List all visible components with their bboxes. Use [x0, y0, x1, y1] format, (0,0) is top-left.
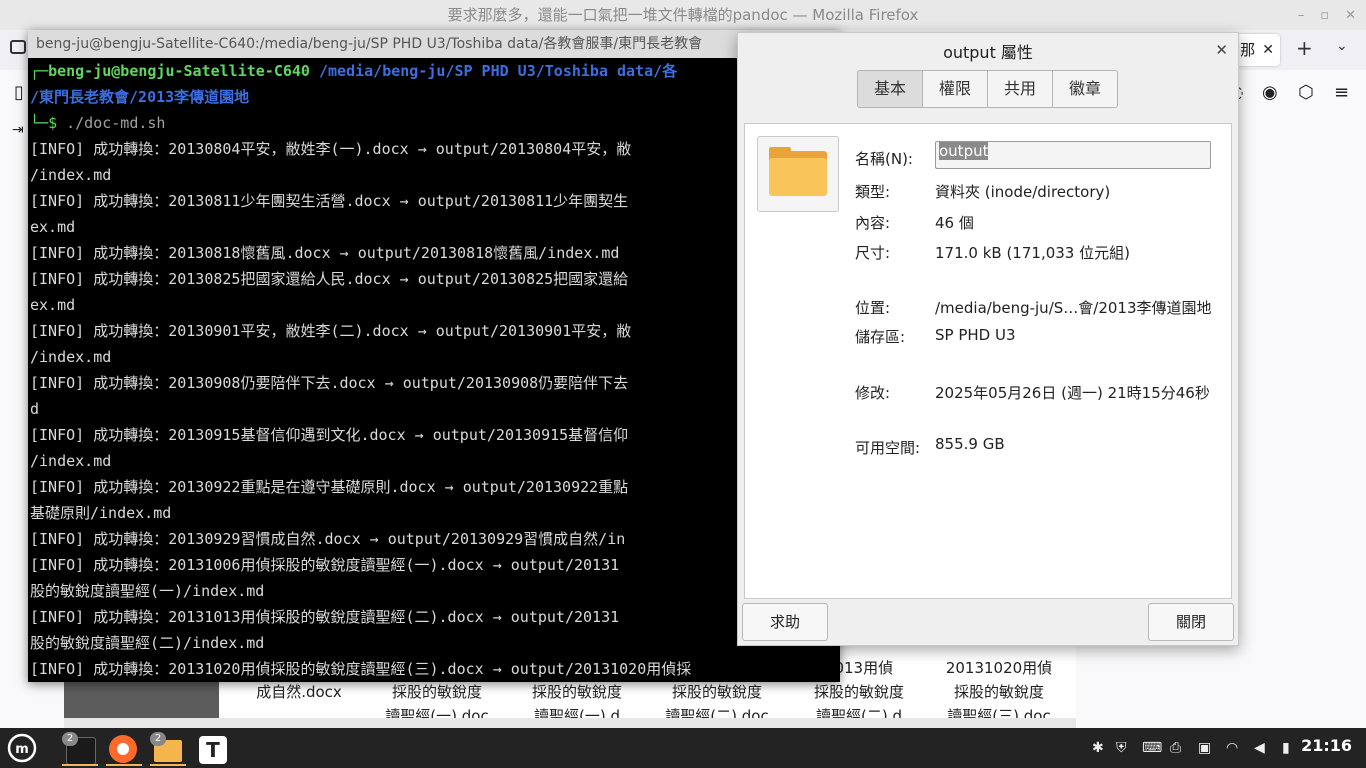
size-value: 171.0 kB (171,033 位元組) [935, 244, 1130, 262]
properties-dialog: output 屬性 ✕ 基本 權限 共用 徽章 名稱(N): output 類型… [737, 32, 1239, 646]
active-indicator [62, 764, 98, 766]
plus-icon[interactable]: + [1296, 36, 1313, 60]
window-controls: – ▫ ✕ [1298, 0, 1356, 30]
window-count-badge: 2 [150, 732, 166, 746]
terminal-line: 股的敏銳度讀聖經(二)/index.md [30, 634, 265, 652]
svg-text:m: m [15, 742, 29, 757]
firefox-task-icon[interactable] [106, 732, 142, 766]
terminal-line: [INFO] 成功轉換：20130901平安，敝姓李(二).docx → out… [30, 322, 632, 340]
properties-panel: 名稱(N): output 類型: 資料夾 (inode/directory) … [744, 123, 1232, 599]
terminal-window[interactable]: beng-ju@bengju-Satellite-C640:/media/ben… [28, 30, 840, 682]
terminal-line: d [30, 400, 40, 418]
terminal-line: 基礎原則/index.md [30, 504, 172, 522]
tab-emblems[interactable]: 徽章 [1053, 71, 1117, 107]
dialog-title: output 屬性 [943, 43, 1033, 62]
terminal-prompt-line: /東門長老教會/2013李傳道園地 [30, 88, 250, 106]
firefox-tab[interactable]: i那 ✕ [1232, 34, 1280, 66]
terminal-line: [INFO] 成功轉換：20130811少年團契生活營.docx → outpu… [30, 192, 629, 210]
terminal-command-line: └─$ ./doc-md.sh [30, 114, 166, 132]
modified-value: 2025年05月26日 (週一) 21時15分46秒 [935, 384, 1210, 402]
bluetooth-icon[interactable]: ✱ [1092, 740, 1104, 756]
chevron-down-icon[interactable]: ⌄ [1336, 38, 1348, 54]
contents-value: 46 個 [935, 214, 974, 232]
notes-icon[interactable]: ▣ [1198, 740, 1211, 756]
sidebar-icon[interactable]: ▯ [14, 82, 24, 103]
terminal-line: [INFO] 成功轉換：20130922重點是在遵守基礎原則.docx → ou… [30, 478, 629, 496]
free-space-label: 可用空間: [855, 439, 921, 457]
terminal-line: /index.md [30, 166, 112, 184]
volume-icon[interactable]: ◀ [1254, 740, 1265, 756]
file-manager-statusbar [64, 718, 1076, 728]
window-count-badge: 2 [62, 732, 78, 746]
active-indicator [150, 764, 186, 766]
name-field-value: output [939, 142, 989, 160]
terminal-line: /index.md [30, 348, 112, 366]
size-label: 尺寸: [855, 244, 891, 262]
type-value: 資料夾 (inode/directory) [935, 183, 1111, 201]
folder-icon[interactable] [757, 136, 839, 212]
tab-close-icon[interactable]: ✕ [1262, 34, 1274, 66]
terminal-task-icon[interactable]: 2 [62, 732, 98, 766]
free-space-value: 855.9 GB [935, 435, 1005, 453]
terminal-line: [INFO] 成功轉換：20130929習慣成自然.docx → output/… [30, 530, 626, 548]
extensions-icon[interactable]: ⬡ [1298, 82, 1314, 103]
tab-permissions[interactable]: 權限 [923, 71, 988, 107]
terminal-line: [INFO] 成功轉換：20130915基督信仰遇到文化.docx → outp… [30, 426, 629, 444]
text-editor-task-icon[interactable]: T [196, 732, 230, 766]
terminal-line: [INFO] 成功轉換：20131006用偵採股的敏銳度讀聖經(一).docx … [30, 556, 620, 574]
active-indicator [106, 764, 142, 766]
name-field[interactable]: output [935, 141, 1211, 169]
battery-icon[interactable]: ▮ [1282, 740, 1290, 756]
terminal-log: [INFO] 成功轉換：20130804平安，敝姓李(一).docx → out… [28, 136, 840, 682]
terminal-line: ex.md [30, 296, 76, 314]
minimize-icon[interactable]: – [1298, 8, 1305, 23]
terminal-line: /index.md [30, 452, 112, 470]
text-editor-glyph: T [199, 736, 227, 764]
terminal-output[interactable]: ┌─beng-ju@bengju-Satellite-C640 /media/b… [28, 58, 840, 682]
shield-icon[interactable]: ⛨ [1116, 740, 1127, 756]
wifi-icon[interactable]: ◠ [1226, 740, 1238, 756]
volume-value: SP PHD U3 [935, 326, 1016, 344]
contents-label: 內容: [855, 214, 891, 232]
terminal-line: [INFO] 成功轉換：20130804平安，敝姓李(一).docx → out… [30, 140, 632, 158]
location-value: /media/beng-ju/S…會/2013李傳道園地 [935, 299, 1212, 317]
file-item[interactable]: 成自然.docx [234, 680, 364, 704]
tab-groups-icon[interactable] [10, 40, 26, 54]
terminal-line: [INFO] 成功轉換：20130818懷舊風.docx → output/20… [30, 244, 620, 262]
terminal-line: [INFO] 成功轉換：20130908仍要陪伴下去.docx → output… [30, 374, 629, 392]
type-label: 類型: [855, 183, 891, 201]
firefox-title-bar: 要求那麼多，還能一口氣把一堆文件轉檔的pandoc — Mozilla Fire… [0, 0, 1366, 30]
properties-tabs: 基本 權限 共用 徽章 [857, 70, 1118, 108]
mint-menu-icon[interactable]: m [6, 732, 40, 766]
tab-basic[interactable]: 基本 [858, 71, 923, 107]
files-task-icon[interactable]: 2 [150, 732, 186, 766]
close-window-icon[interactable]: ✕ [1345, 8, 1356, 23]
menu-icon[interactable]: ≡ [1334, 82, 1349, 103]
close-button[interactable]: 關閉 [1148, 603, 1234, 641]
terminal-line: [INFO] 成功轉換：20130825把國家還給人民.docx → outpu… [30, 270, 629, 288]
terminal-line: ex.md [30, 218, 76, 236]
help-button[interactable]: 求助 [742, 603, 828, 641]
printer-icon[interactable]: ⎙ [1170, 740, 1181, 756]
clock[interactable]: 21:16 [1301, 736, 1352, 755]
import-icon[interactable]: ⇥ [12, 122, 24, 138]
terminal-line: [INFO] 成功轉換：20131013用偵採股的敏銳度讀聖經(二).docx … [30, 608, 620, 626]
terminal-line: [INFO] 成功轉換：20131020用偵採股的敏銳度讀聖經(三).docx … [30, 660, 692, 678]
terminal-line: 股的敏銳度讀聖經(一)/index.md [30, 582, 265, 600]
keyboard-icon[interactable]: ⌨ [1142, 740, 1162, 756]
modified-label: 修改: [855, 384, 891, 402]
name-label: 名稱(N): [855, 150, 913, 168]
terminal-prompt-line: ┌─beng-ju@bengju-Satellite-C640 /media/b… [30, 62, 678, 80]
firefox-glyph-center [117, 743, 129, 755]
account-icon[interactable]: ◉ [1262, 82, 1278, 103]
tab-share[interactable]: 共用 [988, 71, 1053, 107]
maximize-icon[interactable]: ▫ [1320, 8, 1329, 23]
terminal-title-bar: beng-ju@bengju-Satellite-C640:/media/ben… [28, 30, 840, 58]
volume-label: 儲存區: [855, 328, 906, 346]
location-label: 位置: [855, 299, 891, 317]
close-icon[interactable]: ✕ [1215, 41, 1228, 59]
folder-icon-front [769, 158, 827, 196]
